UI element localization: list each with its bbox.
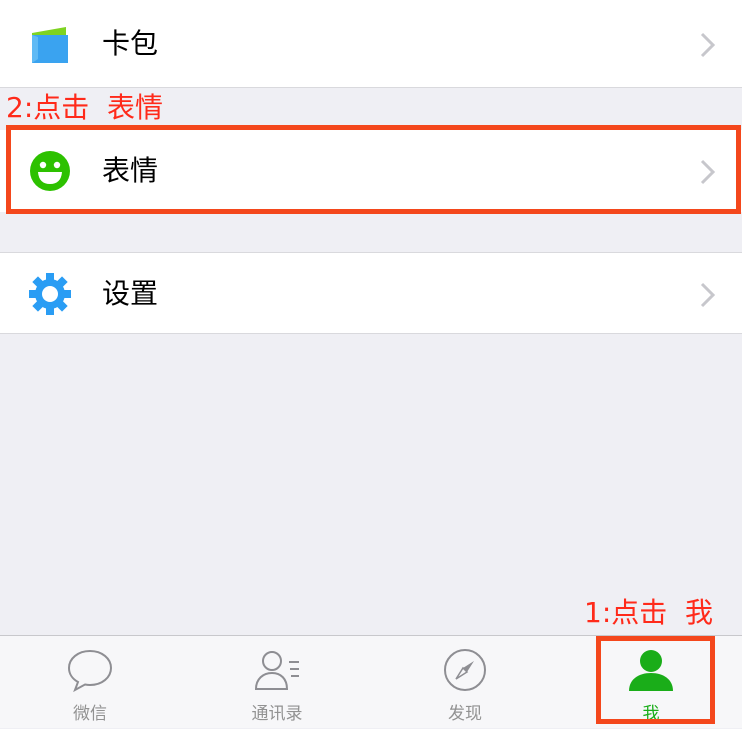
tab-label: 我 — [642, 704, 660, 724]
person-icon — [627, 646, 675, 694]
chevron-right-icon — [698, 31, 718, 59]
annotation-step-1: 1:点击 我 — [584, 596, 714, 629]
settings-item-label: 表情 — [102, 154, 159, 187]
settings-item-label: 设置 — [102, 277, 159, 310]
tab-weixin[interactable]: 微信 — [30, 636, 150, 729]
smiley-icon — [28, 149, 72, 193]
chevron-right-icon — [698, 281, 718, 309]
gear-icon — [28, 272, 72, 316]
compass-icon — [441, 646, 489, 694]
settings-item-label: 卡包 — [102, 27, 159, 60]
annotation-step-2: 2:点击 表情 — [6, 91, 164, 124]
settings-item-shezhi[interactable]: 设置 — [0, 252, 742, 334]
settings-item-kabao[interactable]: 卡包 — [0, 0, 742, 88]
contacts-icon — [253, 646, 301, 694]
tab-label: 发现 — [448, 704, 482, 724]
chevron-right-icon — [698, 158, 718, 186]
tab-discover[interactable]: 发现 — [405, 636, 525, 729]
tab-contacts[interactable]: 通讯录 — [217, 636, 337, 729]
tab-me[interactable]: 我 — [591, 636, 711, 729]
wallet-icon — [28, 23, 72, 67]
tab-label: 通讯录 — [251, 704, 303, 724]
settings-item-biaoqing[interactable]: 表情 — [0, 130, 742, 212]
bottom-tab-bar: 微信 通讯录 发现 我 — [0, 635, 742, 728]
tab-label: 微信 — [73, 704, 107, 724]
chat-bubble-icon — [66, 646, 114, 694]
